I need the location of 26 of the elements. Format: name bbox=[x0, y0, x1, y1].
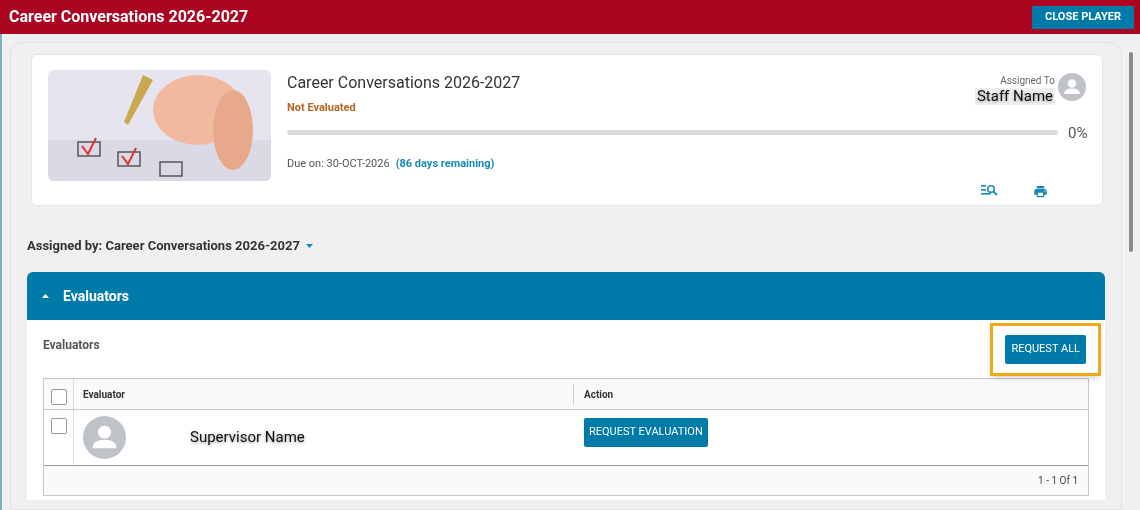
assigned-to-label: Assigned To bbox=[1000, 74, 1055, 88]
evaluator-name: Supervisor Name bbox=[190, 427, 305, 449]
course-title: Career Conversations 2026-2027 bbox=[287, 72, 521, 94]
evaluators-heading: Evaluators bbox=[43, 337, 100, 354]
checkbox[interactable] bbox=[50, 389, 67, 405]
avatar-icon bbox=[1058, 73, 1086, 101]
window-title: Career Conversations 2026-2027 bbox=[9, 6, 249, 28]
request-evaluation-button[interactable]: REQUEST EVALUATION bbox=[584, 418, 708, 447]
avatar-icon bbox=[83, 416, 126, 459]
section-header[interactable]: Evaluators bbox=[27, 272, 1105, 320]
column-header: Evaluator bbox=[83, 387, 125, 402]
assigned-by-label: Assigned by: Career Conversations 2026-2027 bbox=[27, 237, 300, 256]
request-all-button[interactable]: REQUEST ALL bbox=[1005, 334, 1086, 364]
column-header: Action bbox=[584, 387, 614, 402]
due-label: Due on: 30-OCT-2026 bbox=[287, 156, 390, 172]
pagination-label: 1 - 1 Of 1 bbox=[1038, 474, 1078, 488]
search-list-icon[interactable] bbox=[981, 183, 998, 196]
caret-icon[interactable] bbox=[305, 244, 313, 248]
print-icon[interactable] bbox=[1032, 183, 1049, 199]
status-label: Not Evaluated bbox=[287, 100, 357, 116]
close-player-button[interactable]: CLOSE PLAYER bbox=[1032, 5, 1134, 29]
checkbox[interactable] bbox=[50, 418, 67, 434]
section-title: Evaluators bbox=[63, 286, 129, 306]
days-remaining: (86 days remaining) bbox=[395, 156, 495, 172]
staff-name: Staff Name bbox=[974, 88, 1055, 105]
progress-percent: 0% bbox=[1068, 122, 1088, 144]
